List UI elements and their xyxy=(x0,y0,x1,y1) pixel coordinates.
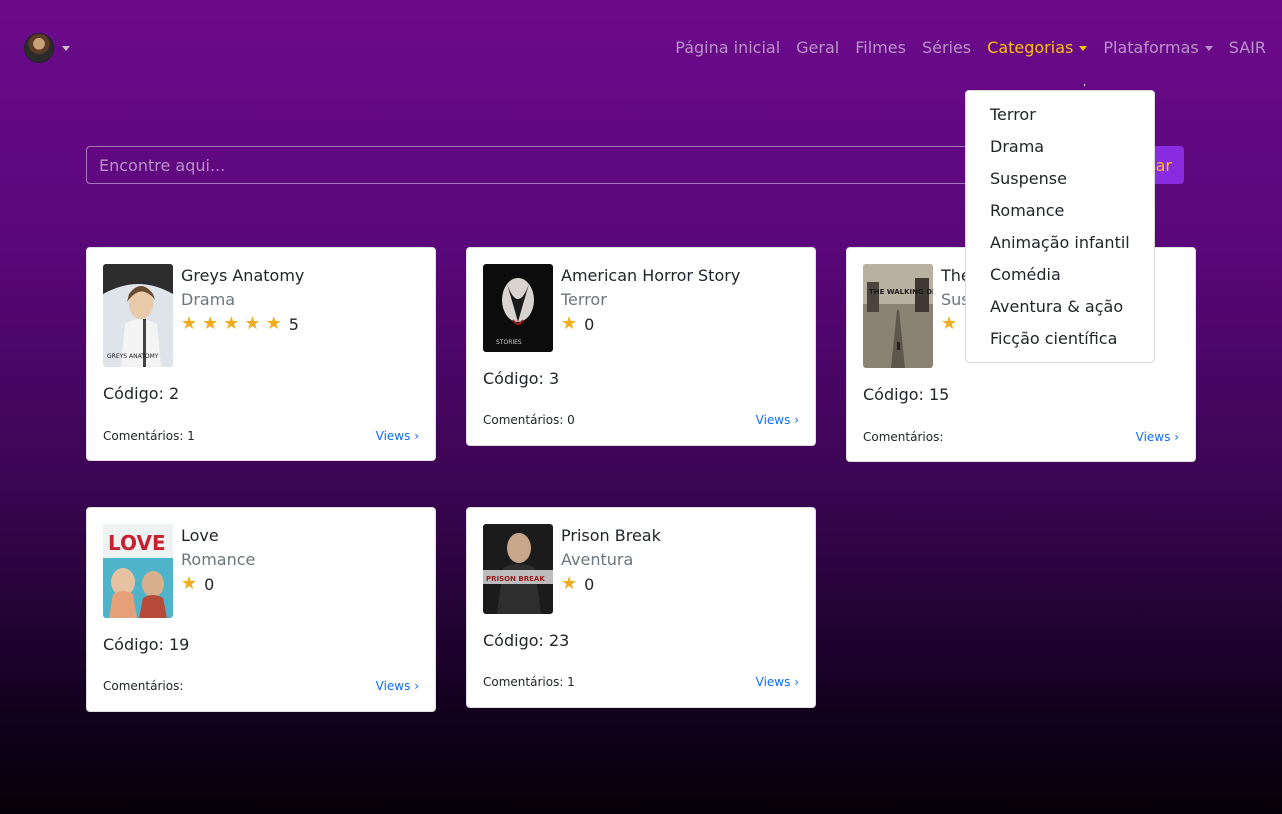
card-comments: Comentários: 0 xyxy=(483,413,575,427)
views-link[interactable]: Views › xyxy=(756,413,799,427)
search-input[interactable] xyxy=(86,146,1106,184)
chevron-right-icon: › xyxy=(794,413,799,427)
rating: ★ ★ ★ ★ ★ 5 xyxy=(181,314,299,334)
nav-link-sair[interactable]: SAIR xyxy=(1229,38,1266,58)
card-genre: Romance xyxy=(181,550,256,569)
nav-link-filmes[interactable]: Filmes xyxy=(855,38,906,58)
caret-down-icon xyxy=(62,45,70,51)
nav-links: Página inicial Geral Filmes Séries Categ… xyxy=(659,38,1266,58)
star-icon: ★ xyxy=(561,573,578,594)
poster-image[interactable]: PRISON BREAK xyxy=(483,524,553,614)
user-menu-toggle[interactable] xyxy=(24,33,70,63)
card-comments: Comentários: 1 xyxy=(103,429,195,443)
star-icon: ★ xyxy=(223,313,240,334)
rating-value: 0 xyxy=(584,314,595,334)
nav-link-geral[interactable]: Geral xyxy=(796,38,839,58)
poster-text: THE WALKING DEAD xyxy=(869,288,933,296)
chevron-right-icon: › xyxy=(1174,430,1179,444)
caret-down-icon xyxy=(1204,45,1213,51)
views-label: Views xyxy=(1135,430,1171,444)
rating-value: 0 xyxy=(584,574,595,594)
views-label: Views xyxy=(375,429,411,443)
dropdown-item-terror[interactable]: Terror xyxy=(966,99,1154,131)
views-label: Views xyxy=(755,675,791,689)
chevron-right-icon: › xyxy=(414,429,419,443)
dropdown-item-drama[interactable]: Drama xyxy=(966,131,1154,163)
navbar: Página inicial Geral Filmes Séries Categ… xyxy=(0,0,1282,96)
nav-link-home[interactable]: Página inicial xyxy=(675,38,780,58)
dropdown-item-comedia[interactable]: Comédia xyxy=(966,259,1154,291)
dropdown-item-aventura[interactable]: Aventura & ação xyxy=(966,291,1154,323)
card-genre: Aventura xyxy=(561,550,634,569)
views-label: Views xyxy=(375,679,411,693)
poster-text: PRISON BREAK xyxy=(486,575,545,583)
chevron-right-icon: › xyxy=(414,679,419,693)
card-code: Código: 23 xyxy=(483,631,570,650)
views-link[interactable]: Views › xyxy=(376,429,419,443)
poster-text: STORIES xyxy=(496,339,522,346)
poster-image[interactable]: LOVE xyxy=(103,524,173,618)
caret-down-icon xyxy=(1079,45,1088,51)
avatar[interactable] xyxy=(24,33,54,63)
card-title: Prison Break xyxy=(561,526,661,545)
series-card: LOVE Love Romance ★ 0 Código: 19 Comentá… xyxy=(86,507,436,712)
views-link[interactable]: Views › xyxy=(756,675,799,689)
dropdown-item-suspense[interactable]: Suspense xyxy=(966,163,1154,195)
views-link[interactable]: Views › xyxy=(376,679,419,693)
star-icon: ★ xyxy=(181,313,198,334)
card-code: Código: 19 xyxy=(103,635,190,654)
dropdown-item-animacao[interactable]: Animação infantil xyxy=(966,227,1154,259)
views-label: Views xyxy=(755,413,791,427)
dropdown-item-romance[interactable]: Romance xyxy=(966,195,1154,227)
star-icon: ★ xyxy=(265,313,282,334)
card-genre: Drama xyxy=(181,290,236,309)
nav-link-plataformas-label: Plataformas xyxy=(1103,38,1199,57)
nav-link-plataformas[interactable]: Plataformas xyxy=(1103,38,1213,58)
card-comments: Comentários: xyxy=(863,430,944,444)
series-card: GREYS ANATOMY Greys Anatomy Drama ★ ★ ★ … xyxy=(86,247,436,461)
rating-value: 0 xyxy=(204,574,215,594)
card-genre: Terror xyxy=(561,290,607,309)
rating-value: 5 xyxy=(288,314,299,334)
card-code: Código: 2 xyxy=(103,384,180,403)
star-icon: ★ xyxy=(941,313,958,334)
poster-text: LOVE xyxy=(108,531,166,555)
star-icon: ★ xyxy=(244,313,261,334)
rating: ★ 0 xyxy=(181,574,214,594)
card-code: Código: 3 xyxy=(483,369,560,388)
nav-link-categorias[interactable]: Categorias xyxy=(987,38,1088,58)
poster-image[interactable]: GREYS ANATOMY xyxy=(103,264,173,367)
views-link[interactable]: Views › xyxy=(1136,430,1179,444)
rating: ★ 0 xyxy=(561,314,594,334)
card-title: Greys Anatomy xyxy=(181,266,305,285)
card-title: Love xyxy=(181,526,219,545)
poster-image[interactable]: THE WALKING DEAD xyxy=(863,264,933,368)
series-card: STORIES American Horror Story Terror ★ 0… xyxy=(466,247,816,446)
chevron-right-icon: › xyxy=(794,675,799,689)
poster-text: GREYS ANATOMY xyxy=(107,353,159,360)
card-title: American Horror Story xyxy=(561,266,741,285)
rating: ★ 0 xyxy=(561,574,594,594)
nav-link-series[interactable]: Séries xyxy=(922,38,971,58)
card-comments: Comentários: 1 xyxy=(483,675,575,689)
poster-image[interactable]: STORIES xyxy=(483,264,553,352)
nav-link-categorias-label: Categorias xyxy=(987,38,1074,57)
series-card: PRISON BREAK Prison Break Aventura ★ 0 C… xyxy=(466,507,816,708)
star-icon: ★ xyxy=(181,573,198,594)
categories-dropdown: Terror Drama Suspense Romance Animação i… xyxy=(965,90,1155,363)
dropdown-item-ficcao[interactable]: Ficção científica xyxy=(966,323,1154,355)
star-icon: ★ xyxy=(202,313,219,334)
dropdown-pointer xyxy=(1084,84,1085,86)
star-icon: ★ xyxy=(561,313,578,334)
card-comments: Comentários: xyxy=(103,679,184,693)
card-code: Código: 15 xyxy=(863,385,950,404)
